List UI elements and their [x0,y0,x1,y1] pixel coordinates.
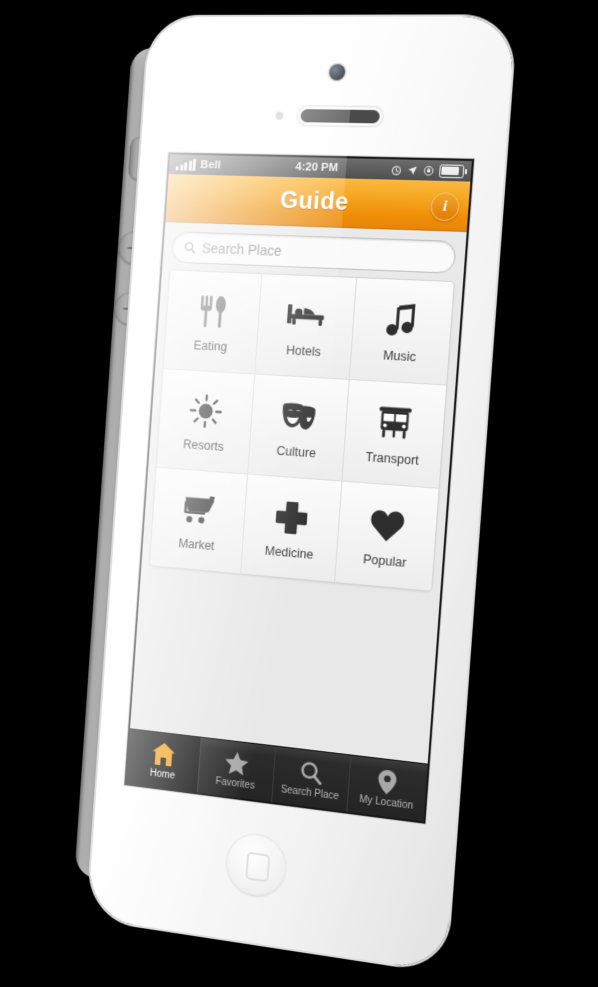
grid-cell-hotels[interactable]: Hotels [254,274,357,379]
grid-cell-label: Music [382,348,417,365]
grid-cell-market[interactable]: Market [149,466,248,574]
grid-cell-label: Culture [276,443,317,461]
tab-bar: Home Favorites Search Place My Location [126,728,428,822]
phone-screen: Bell 4:20 PM Guide i Search Place Eating… [126,154,472,822]
tab-favorites[interactable]: Favorites [197,737,275,802]
signal-strength-icon [175,158,197,171]
tab-label: Home [149,767,176,782]
search-icon [183,240,197,254]
grid-cell-eating[interactable]: Eating [163,270,262,374]
home-button[interactable] [224,830,289,900]
search-placeholder-text: Search Place [201,240,283,259]
tab-home[interactable]: Home [126,729,201,793]
battery-icon [438,163,465,178]
medical-cross-icon [274,495,309,541]
grid-cell-label: Medicine [264,543,314,562]
location-arrow-icon [408,165,418,175]
status-indicators [390,163,465,178]
bus-icon [376,400,413,447]
grid-cell-popular[interactable]: Popular [334,480,439,591]
rotation-lock-icon [423,165,435,177]
phone-front-shell: Bell 4:20 PM Guide i Search Place Eating… [87,16,516,973]
grid-cell-transport[interactable]: Transport [341,378,447,488]
tab-label: My Location [358,793,414,812]
tab-label: Search Place [280,783,340,802]
grid-cell-label: Eating [193,338,228,354]
fork-and-spoon-icon [197,289,228,334]
home-button-glyph [245,851,271,883]
grid-cell-label: Popular [362,552,407,571]
grid-cell-label: Hotels [285,343,322,360]
search-input[interactable]: Search Place [170,231,457,274]
bed-icon [286,293,326,339]
tab-my-location[interactable]: My Location [346,755,428,822]
shopping-cart-icon [180,487,217,533]
front-camera [328,64,346,81]
grid-cell-label: Market [177,536,215,554]
app-header: Guide i [165,174,471,233]
page-title: Guide [279,186,350,216]
grid-cell-label: Transport [365,449,420,468]
grid-cell-resorts[interactable]: Resorts [156,368,255,474]
grid-cell-music[interactable]: Music [348,277,454,385]
tab-label: Favorites [215,775,256,792]
house-icon [151,740,176,768]
info-button-label: i [442,197,448,215]
category-grid: Eating Hotels Music Resorts Culture Tran… [148,269,455,592]
music-note-icon [385,298,418,344]
location-pin-icon [377,767,398,796]
earpiece-speaker [300,109,381,124]
carrier-label: Bell [199,159,222,172]
grid-cell-medicine[interactable]: Medicine [240,473,342,582]
heart-icon [369,502,406,549]
tab-search-place[interactable]: Search Place [270,746,351,812]
screenshot-canvas: Bell 4:20 PM Guide i Search Place Eating… [0,0,598,987]
grid-cell-label: Resorts [182,437,225,454]
phone-device: Bell 4:20 PM Guide i Search Place Eating… [74,16,516,973]
sun-icon [188,389,223,434]
grid-cell-culture[interactable]: Culture [247,373,349,481]
alarm-clock-icon [390,164,402,175]
grid-row: Eating Hotels Music [163,270,454,385]
star-icon [224,749,250,778]
info-button[interactable]: i [429,191,461,222]
grid-row: Market Medicine Popular [149,466,439,591]
theater-masks-icon [280,394,318,440]
proximity-sensor [275,111,284,120]
search-icon [299,758,323,787]
